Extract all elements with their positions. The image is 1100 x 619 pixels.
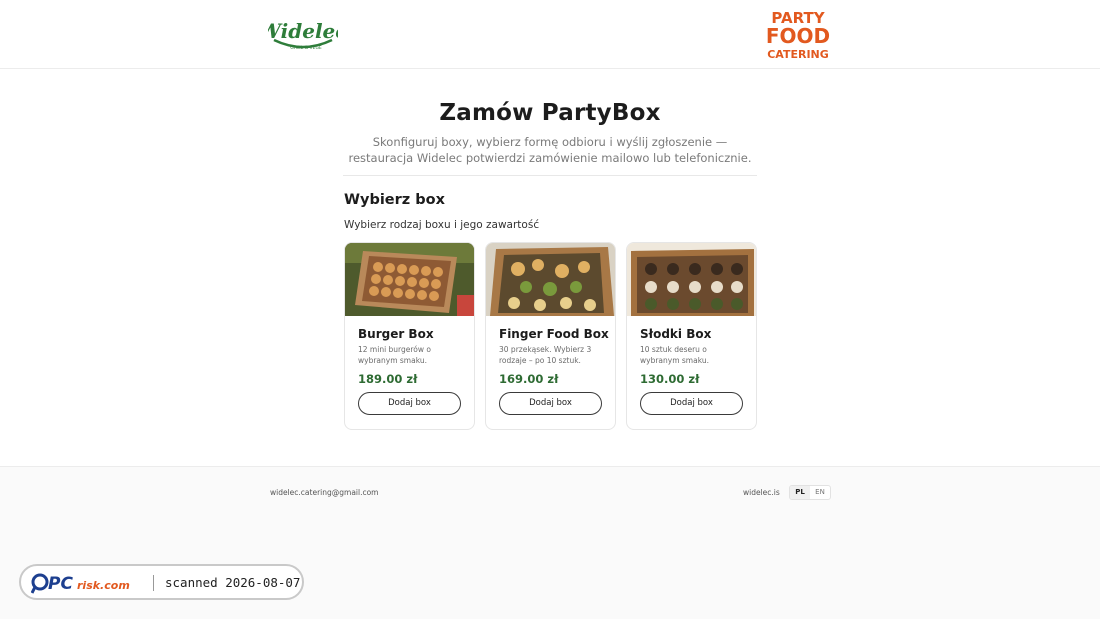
section-title: Wybierz box <box>344 192 445 208</box>
add-box-button[interactable]: Dodaj box <box>640 392 743 415</box>
burger-box-photo <box>345 243 474 316</box>
site-link[interactable]: widelec.is <box>743 488 780 497</box>
box-price: 189.00 zł <box>358 372 418 386</box>
section-subtitle: Wybierz rodzaj boxu i jego zawartość <box>344 219 540 231</box>
svg-text:PC: PC <box>48 574 73 594</box>
finger-food-box-photo <box>486 243 615 316</box>
language-switcher: PL EN <box>789 485 831 500</box>
svg-text:CATERING: CATERING <box>767 48 829 61</box>
svg-text:Widelec: Widelec <box>268 19 338 43</box>
box-card-sweet: Słodki Box 10 sztuk deseru o wybranym sm… <box>626 242 757 430</box>
contact-email[interactable]: widelec.catering@gmail.com <box>270 488 379 497</box>
page-intro: Zamów PartyBox Skonfiguruj boxy, wybierz… <box>343 100 757 166</box>
svg-text:GRILL & VEGE: GRILL & VEGE <box>290 45 322 51</box>
box-card-burger: Burger Box 12 mini burgerów o wybranym s… <box>344 242 475 430</box>
add-box-button[interactable]: Dodaj box <box>499 392 602 415</box>
badge-separator <box>153 575 154 591</box>
box-description: 30 przekąsek. Wybierz 3 rodzaje – po 10 … <box>499 345 592 365</box>
box-description: 10 sztuk deseru o wybranym smaku. <box>640 345 709 365</box>
pcrisk-logo: PC risk.com <box>31 573 130 594</box>
sweet-box-photo <box>627 243 756 316</box>
language-en[interactable]: EN <box>810 486 830 499</box>
box-card-finger-food: Finger Food Box 30 przekąsek. Wybierz 3 … <box>485 242 616 430</box>
add-box-button[interactable]: Dodaj box <box>358 392 461 415</box>
divider <box>343 175 757 176</box>
box-price: 130.00 zł <box>640 372 700 386</box>
language-pl[interactable]: PL <box>790 486 810 499</box>
site-header: Widelec GRILL & VEGE PARTY FOOD CATERING <box>0 0 1100 69</box>
box-title: Burger Box <box>358 327 434 341</box>
widelec-logo[interactable]: Widelec GRILL & VEGE <box>268 14 338 54</box>
scan-date: scanned 2026-08-07 <box>165 575 301 590</box>
svg-text:risk.com: risk.com <box>77 579 130 592</box>
box-price: 169.00 zł <box>499 372 559 386</box>
box-list: Burger Box 12 mini burgerów o wybranym s… <box>344 242 757 430</box>
party-food-catering-logo[interactable]: PARTY FOOD CATERING <box>763 8 833 62</box>
box-title: Słodki Box <box>640 327 712 341</box>
scan-watermark: PC risk.com scanned 2026-08-07 <box>19 564 304 600</box>
box-description: 12 mini burgerów o wybranym smaku. <box>358 345 431 365</box>
box-title: Finger Food Box <box>499 327 609 341</box>
svg-text:FOOD: FOOD <box>766 24 830 48</box>
page-title: Zamów PartyBox <box>439 100 661 126</box>
page-subtitle: Skonfiguruj boxy, wybierz formę odbioru … <box>348 135 752 165</box>
